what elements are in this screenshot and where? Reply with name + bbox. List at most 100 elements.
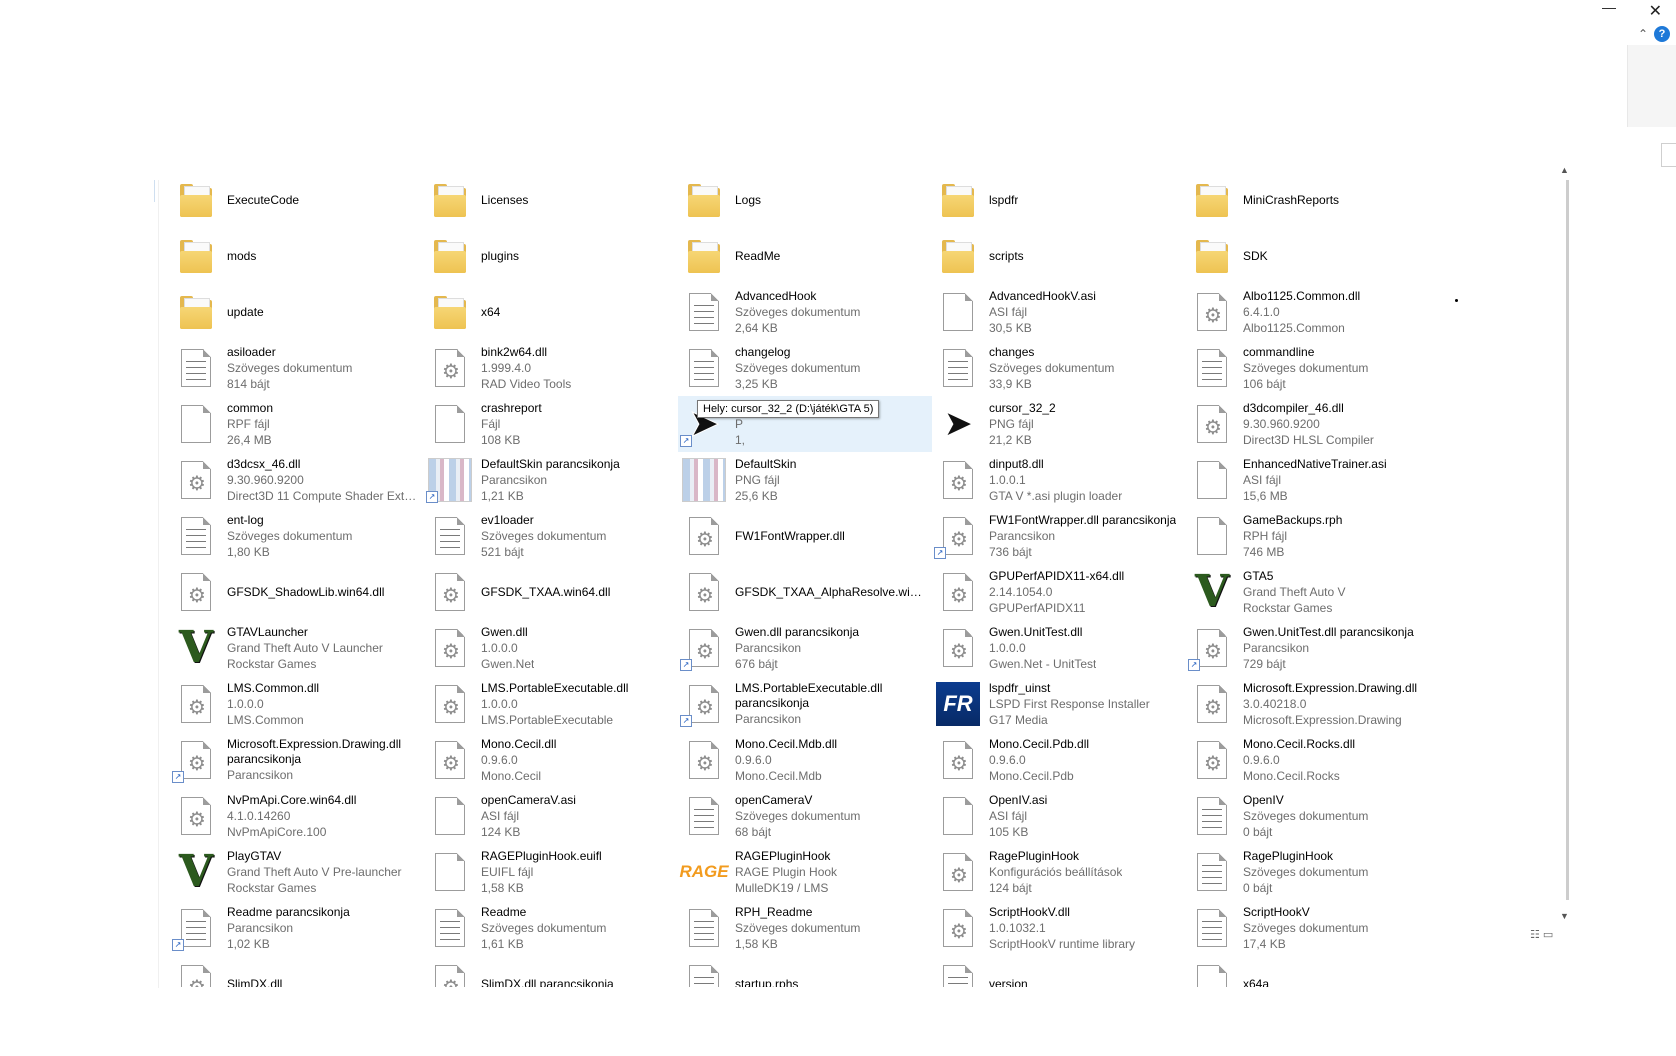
file-type: RPF fájl xyxy=(227,417,270,431)
gta-v-logo-icon: V xyxy=(1194,566,1230,617)
close-button[interactable]: ✕ xyxy=(1649,4,1662,20)
dll-gear-icon: ⚙ xyxy=(682,512,726,560)
shortcut-arrow-icon: ↗ xyxy=(172,771,184,783)
file-item[interactable]: FR lspdfr_uinst LSPD First Response Instal… xyxy=(932,676,1186,732)
file-item[interactable]: OpenIV.asi ASI fájl 105 KB xyxy=(932,788,1186,844)
file-item[interactable]: ↗ DefaultSkin parancsikonja Parancsikon 1,2… xyxy=(424,452,678,508)
scroll-down-button[interactable]: ▼ xyxy=(1560,911,1569,921)
file-item[interactable]: changes Szöveges dokumentum 33,9 KB xyxy=(932,340,1186,396)
file-item[interactable]: SDK xyxy=(1186,228,1440,284)
file-item[interactable]: ⚙ GFSDK_TXAA.win64.dll xyxy=(424,564,678,620)
file-item[interactable]: x64a xyxy=(1186,956,1440,987)
file-item[interactable]: ⚙ Gwen.UnitTest.dll 1.0.0.0 Gwen.Net - Unit… xyxy=(932,620,1186,676)
file-item[interactable]: ExecuteCode xyxy=(170,172,424,228)
file-detail: 1,02 KB xyxy=(227,937,270,951)
file-item[interactable]: ⚙ RagePluginHook Konfigurációs beállítások… xyxy=(932,844,1186,900)
file-item[interactable]: ⚙ GFSDK_ShadowLib.win64.dll xyxy=(170,564,424,620)
file-detail: 736 bájt xyxy=(989,545,1032,559)
file-item[interactable]: ⚙ Mono.Cecil.Rocks.dll 0.9.6.0 Mono.Cecil.R… xyxy=(1186,732,1440,788)
file-name: x64a xyxy=(1243,977,1270,987)
file-item[interactable]: ⚙ ↗ Gwen.dll parancsikonja Parancsikon 676 b… xyxy=(678,620,932,676)
file-item[interactable]: x64 xyxy=(424,284,678,340)
file-item[interactable]: ent-log Szöveges dokumentum 1,80 KB xyxy=(170,508,424,564)
file-type: Fájl xyxy=(481,417,501,431)
file-item[interactable]: ⚙ Mono.Cecil.dll 0.9.6.0 Mono.Cecil xyxy=(424,732,678,788)
file-item[interactable]: crashreport Fájl 108 KB xyxy=(424,396,678,452)
file-item[interactable]: ⚙ Mono.Cecil.Pdb.dll 0.9.6.0 Mono.Cecil.Pdb xyxy=(932,732,1186,788)
search-box-edge[interactable] xyxy=(1661,143,1676,167)
file-item[interactable]: ⚙ ↗ FW1FontWrapper.dll parancsikonja Paranc… xyxy=(932,508,1186,564)
file-item[interactable]: ↗ Readme parancsikonja Parancsikon 1,02 KB xyxy=(170,900,424,956)
file-item[interactable]: ⚙ ↗ Microsoft.Expression.Drawing.dll paran… xyxy=(170,732,424,788)
file-item[interactable]: scripts xyxy=(932,228,1186,284)
file-item[interactable]: ⚙ Gwen.dll 1.0.0.0 Gwen.Net xyxy=(424,620,678,676)
help-icon[interactable]: ? xyxy=(1654,26,1670,42)
file-item[interactable]: RPH_Readme Szöveges dokumentum 1,58 KB xyxy=(678,900,932,956)
file-item[interactable]: ev1loader Szöveges dokumentum 521 bájt xyxy=(424,508,678,564)
file-item[interactable]: ⚙ d3dcompiler_46.dll 9.30.960.9200 Direct3D… xyxy=(1186,396,1440,452)
file-item[interactable]: asiloader Szöveges dokumentum 814 bájt xyxy=(170,340,424,396)
file-item[interactable]: update xyxy=(170,284,424,340)
file-item[interactable]: startup.rphs xyxy=(678,956,932,987)
file-item[interactable]: ⚙ bink2w64.dll 1.999.4.0 RAD Video Tools xyxy=(424,340,678,396)
file-item[interactable]: plugins xyxy=(424,228,678,284)
file-item[interactable]: ⚙ FW1FontWrapper.dll xyxy=(678,508,932,564)
file-item[interactable]: ⚙ Microsoft.Expression.Drawing.dll 3.0.402… xyxy=(1186,676,1440,732)
file-item[interactable]: Logs xyxy=(678,172,932,228)
file-item[interactable]: RagePluginHook Szöveges dokumentum 0 bájt xyxy=(1186,844,1440,900)
file-item[interactable]: ⚙ LMS.PortableExecutable.dll 1.0.0.0 LMS.Po… xyxy=(424,676,678,732)
file-item[interactable]: V GTAVLauncher Grand Theft Auto V Launcher… xyxy=(170,620,424,676)
file-item[interactable]: mods xyxy=(170,228,424,284)
file-item[interactable]: ➤ cursor_32_2 PNG fájl 21,2 KB xyxy=(932,396,1186,452)
file-item[interactable]: ⚙ Mono.Cecil.Mdb.dll 0.9.6.0 Mono.Cecil.Mdb xyxy=(678,732,932,788)
file-item[interactable]: AdvancedHook Szöveges dokumentum 2,64 KB xyxy=(678,284,932,340)
file-item[interactable]: lspdfr xyxy=(932,172,1186,228)
file-item[interactable]: ⚙ GFSDK_TXAA_AlphaResolve.win64.dll xyxy=(678,564,932,620)
file-name: FW1FontWrapper.dll parancsikonja xyxy=(989,513,1177,527)
collapse-ribbon-icon[interactable]: ⌃ xyxy=(1638,28,1648,40)
file-item[interactable]: ⚙ ↗ LMS.PortableExecutable.dll parancsikon… xyxy=(678,676,932,732)
file-detail: Mono.Cecil xyxy=(481,769,542,783)
dll-gear-icon: ⚙ xyxy=(1190,736,1234,784)
file-item[interactable]: RAGEPluginHook.euifl EUIFL fájl 1,58 KB xyxy=(424,844,678,900)
file-item[interactable]: ⚙ SlimDX.dll xyxy=(170,956,424,987)
file-item[interactable]: ⚙ LMS.Common.dll 1.0.0.0 LMS.Common xyxy=(170,676,424,732)
file-item[interactable]: ⚙ dinput8.dll 1.0.0.1 GTA V *.asi plugin lo… xyxy=(932,452,1186,508)
file-item[interactable]: ⚙ GPUPerfAPIDX11-x64.dll 2.14.1054.0 GPUPer… xyxy=(932,564,1186,620)
file-item[interactable]: ⚙ SlimDX.dll parancsikonja xyxy=(424,956,678,987)
file-item[interactable]: Readme Szöveges dokumentum 1,61 KB xyxy=(424,900,678,956)
file-detail: 106 bájt xyxy=(1243,377,1286,391)
file-item[interactable]: changelog Szöveges dokumentum 3,25 KB xyxy=(678,340,932,396)
file-item[interactable]: ⚙ ↗ Gwen.UnitTest.dll parancsikonja Parancs… xyxy=(1186,620,1440,676)
file-item[interactable]: Licenses xyxy=(424,172,678,228)
scroll-up-button[interactable]: ▲ xyxy=(1560,165,1569,175)
file-item[interactable]: V PlayGTAV Grand Theft Auto V Pre-launcher… xyxy=(170,844,424,900)
file-item[interactable]: RAGE RAGEPluginHook RAGE Plugin Hook MulleD… xyxy=(678,844,932,900)
file-type: 2.14.1054.0 xyxy=(989,585,1053,599)
file-detail: GTA V *.asi plugin loader xyxy=(989,489,1123,503)
file-item[interactable]: V GTA5 Grand Theft Auto V Rockstar Games xyxy=(1186,564,1440,620)
file-item[interactable]: ScriptHookV Szöveges dokumentum 17,4 KB xyxy=(1186,900,1440,956)
scroll-thumb[interactable] xyxy=(1566,180,1569,900)
file-list-view[interactable]: ExecuteCode Licenses Logs lspdfr MiniCrashRe… xyxy=(170,172,1600,987)
file-item[interactable]: ⚙ ScriptHookV.dll 1.0.1032.1 ScriptHookV ru… xyxy=(932,900,1186,956)
minimize-button[interactable]: — xyxy=(1602,0,1616,14)
file-item[interactable]: AdvancedHookV.asi ASI fájl 30,5 KB xyxy=(932,284,1186,340)
file-item[interactable]: MiniCrashReports xyxy=(1186,172,1440,228)
file-detail: Direct3D 11 Compute Shader Exte... xyxy=(227,489,417,503)
file-item[interactable]: ⚙ d3dcsx_46.dll 9.30.960.9200 Direct3D 11 C… xyxy=(170,452,424,508)
file-item[interactable]: version xyxy=(932,956,1186,987)
file-item[interactable]: ⚙ NvPmApi.Core.win64.dll 4.1.0.14260 NvPmAp… xyxy=(170,788,424,844)
file-item[interactable]: openCameraV Szöveges dokumentum 68 bájt xyxy=(678,788,932,844)
file-item[interactable]: DefaultSkin PNG fájl 25,6 KB xyxy=(678,452,932,508)
file-item[interactable]: commandline Szöveges dokumentum 106 bájt xyxy=(1186,340,1440,396)
file-item[interactable]: EnhancedNativeTrainer.asi ASI fájl 15,6 MB xyxy=(1186,452,1440,508)
file-item[interactable]: GameBackups.rph RPH fájl 746 MB xyxy=(1186,508,1440,564)
file-item[interactable]: OpenIV Szöveges dokumentum 0 bájt xyxy=(1186,788,1440,844)
file-item[interactable]: ReadMe xyxy=(678,228,932,284)
file-item[interactable]: openCameraV.asi ASI fájl 124 KB xyxy=(424,788,678,844)
view-mode-icons[interactable]: ☷ ▭ xyxy=(1530,928,1553,941)
file-name: DefaultSkin xyxy=(735,457,797,471)
file-item[interactable]: common RPF fájl 26,4 MB xyxy=(170,396,424,452)
file-item[interactable]: ⚙ Albo1125.Common.dll 6.4.1.0 Albo1125.Comm… xyxy=(1186,284,1440,340)
